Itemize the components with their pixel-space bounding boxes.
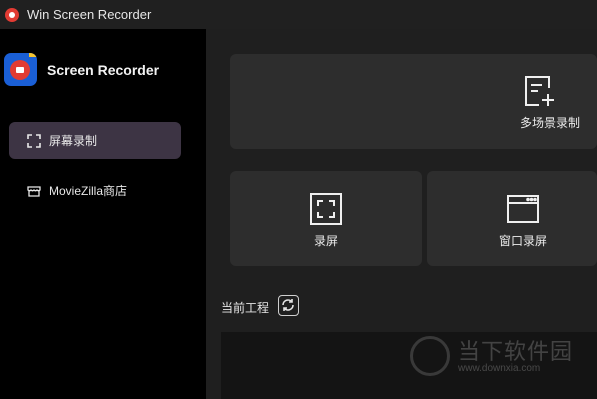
card-label: 窗口录屏 <box>498 234 547 248</box>
sidebar-item-label: 屏幕录制 <box>49 134 98 148</box>
watermark: 当下软件园 www.downxia.com <box>410 332 597 399</box>
sidebar: Screen Recorder 屏幕录制 MovieZilla商店 <box>0 29 206 399</box>
window-title: Win Screen Recorder <box>27 7 152 22</box>
refresh-button[interactable] <box>278 295 299 316</box>
watermark-text: 当下软件园 <box>458 339 574 364</box>
brand: Screen Recorder <box>4 53 159 86</box>
fullscreen-capture-icon <box>309 192 343 231</box>
watermark-url: www.downxia.com <box>458 363 541 374</box>
brand-name: Screen Recorder <box>47 61 160 78</box>
store-icon <box>27 184 41 198</box>
brand-logo-icon <box>4 53 37 86</box>
window-icon <box>506 194 540 229</box>
sidebar-item-screen-recording[interactable]: 屏幕录制 <box>9 122 181 159</box>
sidebar-item-label: MovieZilla商店 <box>49 184 128 198</box>
card-label: 多场景录制 <box>520 116 581 130</box>
multi-scene-record-card[interactable]: 多场景录制 <box>230 54 597 149</box>
sidebar-item-moviezilla-store[interactable]: MovieZilla商店 <box>9 172 181 209</box>
current-project-label: 当前工程 <box>221 301 270 315</box>
app-icon <box>5 7 19 22</box>
refresh-icon <box>279 296 298 314</box>
window-record-card[interactable]: 窗口录屏 <box>427 171 597 266</box>
title-bar: Win Screen Recorder <box>0 0 597 29</box>
screen-capture-icon <box>27 133 41 148</box>
watermark-logo-icon <box>410 336 450 376</box>
record-screen-card[interactable]: 录屏 <box>230 171 422 266</box>
add-scene-icon <box>522 74 556 113</box>
card-label: 录屏 <box>313 234 338 248</box>
